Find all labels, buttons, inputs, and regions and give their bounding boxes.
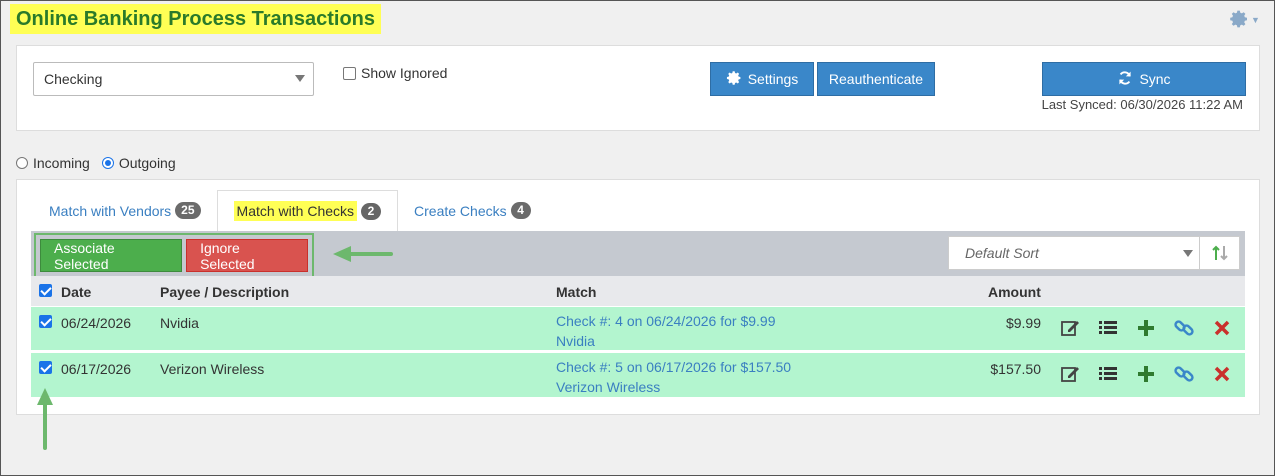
bulk-actions-highlight: Associate Selected Ignore Selected <box>34 233 314 278</box>
tab-bar: Match with Vendors 25 Match with Checks … <box>33 190 547 231</box>
settings-button[interactable]: Settings <box>710 62 814 96</box>
sync-icon <box>1117 70 1133 89</box>
row-date: 06/24/2026 <box>61 315 132 331</box>
reauthenticate-button-label: Reauthenticate <box>828 71 924 87</box>
tab-create-checks[interactable]: Create Checks 4 <box>398 190 547 231</box>
edit-icon[interactable] <box>1059 317 1081 339</box>
match-line-2: Verizon Wireless <box>556 379 661 395</box>
action-bar: Associate Selected Ignore Selected Defau… <box>31 231 1245 278</box>
row-actions <box>1059 363 1233 385</box>
show-ignored-toggle[interactable]: Show Ignored <box>343 65 447 81</box>
row-match-link[interactable]: Check #: 4 on 06/24/2026 for $9.99 Nvidi… <box>556 311 776 351</box>
row-payee: Nvidia <box>160 315 199 331</box>
list-icon[interactable] <box>1097 317 1119 339</box>
show-ignored-checkbox[interactable] <box>343 66 356 80</box>
chevron-down-icon <box>295 75 305 82</box>
count-badge: 4 <box>510 202 531 219</box>
plus-icon[interactable] <box>1135 363 1157 385</box>
table-row: 06/17/2026 Verizon Wireless Check #: 5 o… <box>31 353 1245 399</box>
row-actions <box>1059 317 1233 339</box>
sort-select-value: Default Sort <box>965 245 1039 261</box>
associate-selected-button[interactable]: Associate Selected <box>40 239 183 272</box>
table-row: 06/24/2026 Nvidia Check #: 4 on 06/24/20… <box>31 307 1245 352</box>
account-select[interactable]: Checking <box>33 62 314 96</box>
header-payee: Payee / Description <box>160 284 290 300</box>
outgoing-label: Outgoing <box>118 155 176 171</box>
tab-match-with-checks[interactable]: Match with Checks 2 <box>216 190 399 231</box>
list-icon[interactable] <box>1097 363 1119 385</box>
outgoing-option[interactable]: Outgoing <box>101 155 176 171</box>
row-checkbox[interactable] <box>39 361 52 374</box>
link-icon[interactable] <box>1173 363 1195 385</box>
show-ignored-label: Show Ignored <box>361 65 448 81</box>
page-settings-menu[interactable]: ▼ <box>1229 9 1261 31</box>
direction-radio-group: Incoming Outgoing <box>16 155 176 171</box>
tab-label: Match with Vendors <box>49 202 172 219</box>
gear-icon <box>726 70 742 89</box>
incoming-radio[interactable] <box>16 157 28 169</box>
chevron-down-icon <box>1183 250 1193 257</box>
header-date: Date <box>61 284 92 300</box>
delete-icon[interactable] <box>1211 317 1233 339</box>
incoming-label: Incoming <box>33 155 90 171</box>
row-amount: $9.99 <box>1005 315 1041 331</box>
link-icon[interactable] <box>1173 317 1195 339</box>
transactions-panel: Match with Vendors 25 Match with Checks … <box>16 179 1260 415</box>
count-badge: 2 <box>361 202 382 220</box>
match-line-1: Check #: 4 on 06/24/2026 for $9.99 <box>556 313 776 329</box>
sort-select[interactable]: Default Sort <box>948 236 1200 270</box>
reauthenticate-button[interactable]: Reauthenticate <box>817 62 935 96</box>
row-match-link[interactable]: Check #: 5 on 06/17/2026 for $157.50 Ver… <box>556 357 791 397</box>
match-line-2: Nvidia <box>556 333 595 349</box>
sort-direction-button[interactable] <box>1199 236 1240 270</box>
count-badge: 25 <box>175 202 201 219</box>
annotation-arrow-up-icon <box>37 388 53 450</box>
page-title: Online Banking Process Transactions <box>10 4 382 34</box>
table-header: Date Payee / Description Match Amount <box>31 276 1245 306</box>
header-match: Match <box>556 284 597 300</box>
sync-button-label: Sync <box>1139 71 1171 87</box>
plus-icon[interactable] <box>1135 317 1157 339</box>
incoming-option[interactable]: Incoming <box>16 155 90 171</box>
edit-icon[interactable] <box>1059 363 1081 385</box>
header-amount: Amount <box>988 284 1041 300</box>
toolbar-panel: Checking Show Ignored Settings Reauthent… <box>16 45 1260 131</box>
sort-icon <box>1211 245 1228 261</box>
row-amount: $157.50 <box>990 361 1041 377</box>
last-synced-text: Last Synced: 06/30/2026 11:22 AM <box>1041 97 1243 112</box>
select-all-checkbox[interactable] <box>39 284 52 297</box>
row-payee: Verizon Wireless <box>160 361 265 377</box>
ignore-selected-button[interactable]: Ignore Selected <box>186 239 308 272</box>
gear-icon <box>1229 9 1249 32</box>
outgoing-radio[interactable] <box>101 157 114 169</box>
settings-button-label: Settings <box>747 71 799 87</box>
sync-button[interactable]: Sync <box>1042 62 1246 96</box>
row-date: 06/17/2026 <box>61 361 132 377</box>
annotation-arrow-left-icon <box>333 246 393 262</box>
chevron-down-icon: ▼ <box>1251 15 1260 25</box>
delete-icon[interactable] <box>1211 363 1233 385</box>
tab-match-with-vendors[interactable]: Match with Vendors 25 <box>33 190 217 231</box>
match-line-1: Check #: 5 on 06/17/2026 for $157.50 <box>556 359 792 375</box>
tab-label: Match with Checks <box>233 201 358 221</box>
row-checkbox[interactable] <box>39 315 52 328</box>
account-select-value: Checking <box>44 71 103 87</box>
tab-label: Create Checks <box>414 202 507 219</box>
